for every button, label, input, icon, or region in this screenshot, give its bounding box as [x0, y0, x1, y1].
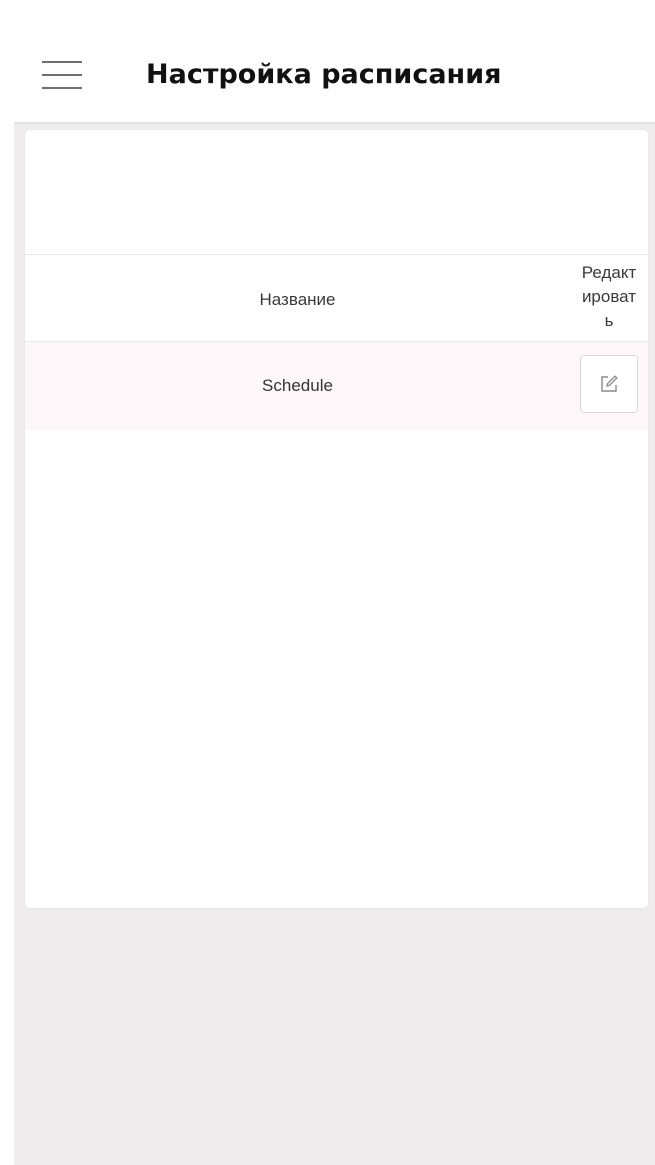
table-toolbar — [25, 130, 648, 254]
menu-button[interactable] — [40, 59, 84, 91]
page-title: Настройка расписания — [146, 59, 502, 90]
column-header-edit: Редакт ироват ь — [581, 263, 637, 330]
table-row[interactable]: Schedule — [25, 342, 648, 430]
table-header: Название Редакт ироват ь — [25, 254, 648, 342]
column-header-name[interactable]: Название — [25, 255, 570, 341]
cell-schedule-name: Schedule — [262, 376, 333, 395]
edit-button[interactable] — [580, 355, 638, 413]
edit-icon — [601, 375, 618, 392]
schedule-table-card: Название Редакт ироват ь Schedule — [25, 130, 648, 908]
page: Настройка расписания Название Редакт иро… — [0, 0, 655, 1165]
app-header: Настройка расписания — [14, 28, 655, 123]
hamburger-menu-icon — [42, 61, 82, 89]
app-frame: Настройка расписания Название Редакт иро… — [14, 28, 655, 1165]
